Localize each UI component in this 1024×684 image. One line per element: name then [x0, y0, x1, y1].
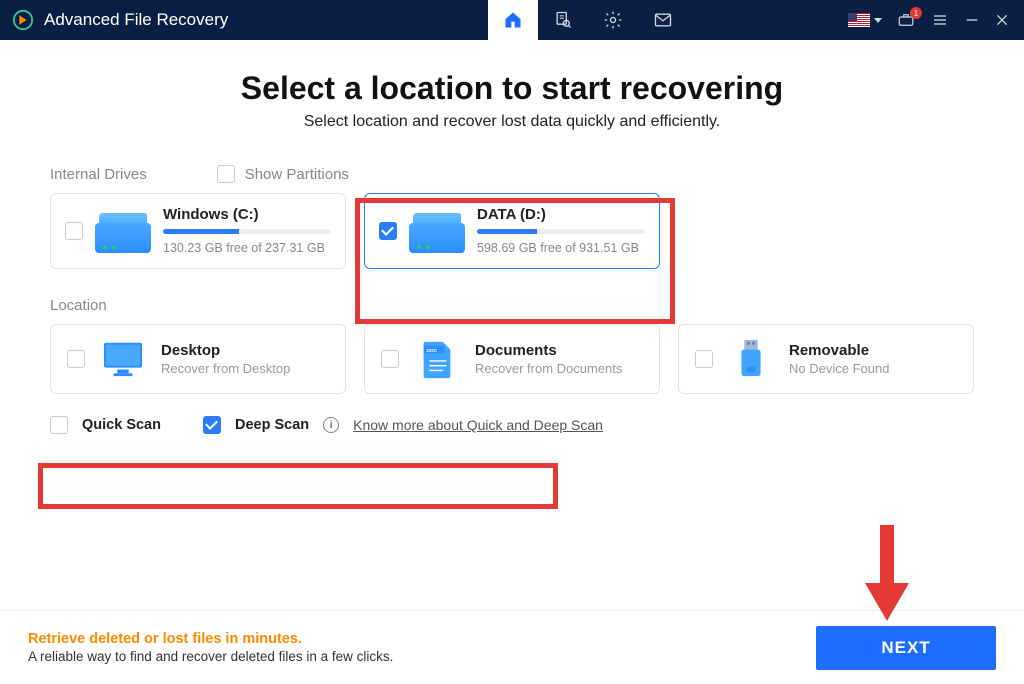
monitor-icon: [99, 339, 147, 379]
document-search-icon: [553, 10, 573, 30]
desktop-sub: Recover from Desktop: [161, 361, 290, 376]
drives-row: Windows (C:) 130.23 GB free of 237.31 GB…: [50, 193, 974, 269]
mail-icon: [653, 10, 673, 30]
footer-sub: A reliable way to find and recover delet…: [28, 649, 393, 664]
drive-card-c[interactable]: Windows (C:) 130.23 GB free of 237.31 GB: [50, 193, 346, 269]
deep-scan-checkbox[interactable]: [203, 416, 221, 434]
titlebar: Advanced File Recovery 1: [0, 0, 1024, 40]
drive-c-name: Windows (C:): [163, 206, 331, 223]
show-partitions-checkbox[interactable]: [217, 165, 235, 183]
close-button[interactable]: [994, 12, 1010, 28]
tab-settings[interactable]: [588, 0, 638, 40]
tab-scan-detail[interactable]: [538, 0, 588, 40]
app-title: Advanced File Recovery: [44, 10, 228, 30]
desktop-title: Desktop: [161, 342, 290, 359]
minimize-icon: [964, 12, 980, 28]
drive-c-sub: 130.23 GB free of 237.31 GB: [163, 240, 331, 256]
next-button[interactable]: NEXT: [816, 626, 996, 670]
internal-drives-label: Internal Drives: [50, 166, 147, 183]
desktop-checkbox[interactable]: [67, 350, 85, 368]
removable-checkbox[interactable]: [695, 350, 713, 368]
show-partitions-label: Show Partitions: [245, 166, 349, 183]
scan-info-link[interactable]: Know more about Quick and Deep Scan: [353, 417, 603, 433]
removable-sub: No Device Found: [789, 361, 889, 376]
drive-d-sub: 598.69 GB free of 931.51 GB: [477, 240, 645, 256]
drive-icon: [409, 209, 465, 253]
tab-mail[interactable]: [638, 0, 688, 40]
nav-tabs: [488, 0, 688, 40]
home-icon: [503, 10, 523, 30]
tab-home[interactable]: [488, 0, 538, 40]
language-selector[interactable]: [848, 13, 882, 27]
usb-icon: [727, 339, 775, 379]
deep-scan-label: Deep Scan: [235, 417, 309, 433]
scan-options-row: Quick Scan Deep Scan i Know more about Q…: [50, 416, 974, 434]
drive-card-d[interactable]: DATA (D:) 598.69 GB free of 931.51 GB: [364, 193, 660, 269]
menu-button[interactable]: [930, 12, 950, 28]
document-icon: DOC: [413, 339, 461, 379]
footer-headline: Retrieve deleted or lost files in minute…: [28, 631, 393, 647]
gear-icon: [603, 10, 623, 30]
quick-scan-checkbox[interactable]: [50, 416, 68, 434]
location-section-label: Location: [50, 297, 974, 314]
page-subtitle: Select location and recover lost data qu…: [50, 113, 974, 131]
window-controls: 1: [848, 0, 1024, 40]
documents-sub: Recover from Documents: [475, 361, 622, 376]
close-icon: [994, 12, 1010, 28]
info-icon: i: [323, 417, 339, 433]
drive-d-checkbox[interactable]: [379, 222, 397, 240]
minimize-button[interactable]: [964, 12, 980, 28]
drive-icon: [95, 209, 151, 253]
removable-title: Removable: [789, 342, 889, 359]
notification-badge: 1: [910, 7, 922, 19]
highlight-box-scan-options: [38, 463, 558, 509]
drive-d-name: DATA (D:): [477, 206, 645, 223]
chevron-down-icon: [874, 18, 882, 23]
hamburger-icon: [930, 12, 950, 28]
footer: Retrieve deleted or lost files in minute…: [0, 610, 1024, 684]
location-row: Desktop Recover from Desktop DOC Documen…: [50, 324, 974, 394]
location-card-removable[interactable]: Removable No Device Found: [678, 324, 974, 394]
svg-text:DOC: DOC: [427, 348, 438, 354]
app-logo-icon: [10, 7, 36, 33]
location-card-documents[interactable]: DOC Documents Recover from Documents: [364, 324, 660, 394]
toolbox-button[interactable]: 1: [896, 11, 916, 29]
drive-c-checkbox[interactable]: [65, 222, 83, 240]
drives-section-header: Internal Drives Show Partitions: [50, 165, 974, 183]
documents-checkbox[interactable]: [381, 350, 399, 368]
location-card-desktop[interactable]: Desktop Recover from Desktop: [50, 324, 346, 394]
page-title: Select a location to start recovering: [50, 70, 974, 107]
quick-scan-label: Quick Scan: [82, 417, 161, 433]
main-content: Select a location to start recovering Se…: [0, 40, 1024, 434]
documents-title: Documents: [475, 342, 622, 359]
flag-us-icon: [848, 13, 870, 27]
